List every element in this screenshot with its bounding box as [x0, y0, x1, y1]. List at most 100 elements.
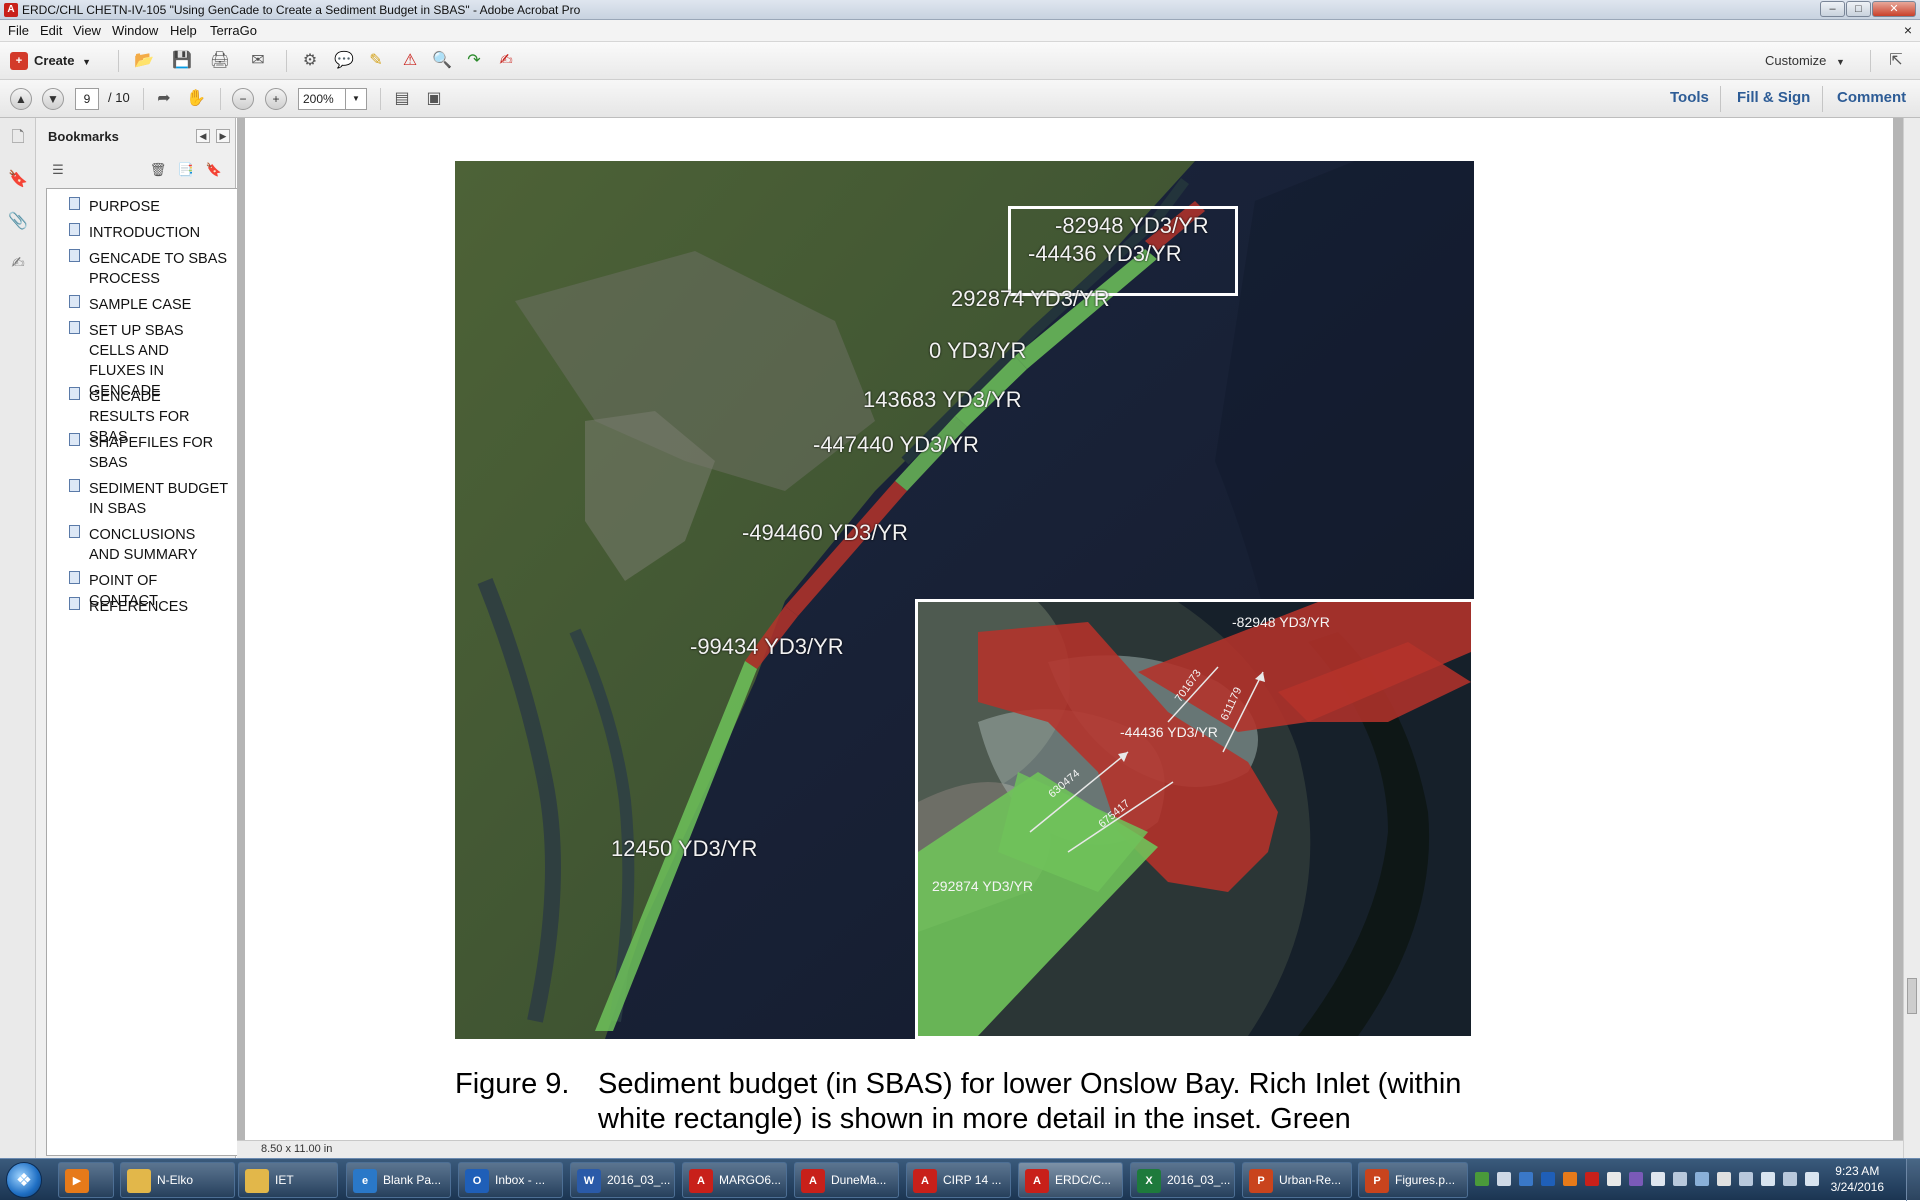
outlook-tray-icon[interactable] — [1541, 1172, 1555, 1186]
toolbar-divider — [380, 88, 381, 110]
select-cursor-icon[interactable]: ➦ — [152, 87, 176, 111]
taskbar-media-player[interactable]: ▶ — [58, 1162, 114, 1198]
bookmark-label: CONCLUSIONS AND SUMMARY — [89, 527, 198, 563]
taskbar-label: CIRP 14 ... — [943, 1173, 1002, 1187]
expand-icon[interactable]: ⇱ — [1884, 49, 1908, 73]
menu-file[interactable]: File — [8, 23, 29, 38]
flux-label: -494460 YD3/YR — [742, 520, 908, 545]
new-bookmark-icon[interactable]: 📑 — [174, 158, 198, 182]
display-icon[interactable] — [1673, 1172, 1687, 1186]
taskbar-item[interactable]: P Figures.p... — [1358, 1162, 1468, 1198]
pdf-icon: A — [689, 1169, 713, 1193]
rich-inlet-inset: -82948 YD3/YR -44436 YD3/YR 292874 YD3/Y… — [915, 599, 1474, 1039]
shield-icon[interactable] — [1607, 1172, 1621, 1186]
create-pdf-icon: + — [10, 52, 28, 70]
customize-dropdown[interactable]: Customize ▼ — [1765, 53, 1845, 68]
save-icon[interactable]: 💾 — [170, 49, 194, 73]
zoom-in-button[interactable]: + — [265, 88, 287, 110]
open-folder-icon[interactable]: 📂 — [132, 49, 156, 73]
bookmarks-icon[interactable]: 🔖 — [6, 168, 30, 192]
taskbar-item[interactable]: e Blank Pa... — [346, 1162, 451, 1198]
vertical-scrollbar[interactable] — [1903, 118, 1920, 1158]
bookmarks-toolbar: ☰ 🗑 📑 🔖 — [36, 158, 236, 182]
taskbar-item[interactable]: A CIRP 14 ... — [906, 1162, 1011, 1198]
compare-icon[interactable]: 🔍 — [430, 49, 454, 73]
taskbar-item[interactable]: W 2016_03_... — [570, 1162, 675, 1198]
taskbar-item[interactable]: A MARGO6... — [682, 1162, 787, 1198]
taskbar-item[interactable]: A DuneMa... — [794, 1162, 899, 1198]
page-thumbnails-icon[interactable]: 🗋 — [6, 126, 30, 150]
settings-gear-icon[interactable]: ⚙ — [298, 49, 322, 73]
device-icon[interactable] — [1695, 1172, 1709, 1186]
action-center-flag-icon[interactable] — [1739, 1172, 1753, 1186]
zoom-level-input[interactable]: 200% — [298, 88, 346, 110]
close-button[interactable]: ✕ — [1872, 1, 1916, 17]
hand-tool-icon[interactable]: ✋ — [184, 87, 208, 111]
skype-icon[interactable] — [1519, 1172, 1533, 1186]
clock-time: 9:23 AM — [1835, 1164, 1880, 1178]
window-title: ERDC/CHL CHETN-IV-105 "Using GenCade to … — [22, 3, 581, 17]
comment-bubble-icon[interactable]: 💬 — [332, 49, 356, 73]
tools-pane-link[interactable]: Tools — [1670, 89, 1709, 106]
expand-panel-icon[interactable]: ▶ — [216, 129, 230, 143]
toolbar-divider — [143, 88, 144, 110]
menu-edit[interactable]: Edit — [40, 23, 62, 38]
zoom-out-button[interactable]: − — [232, 88, 254, 110]
export-icon[interactable]: ↷ — [462, 49, 486, 73]
attachments-paperclip-icon[interactable]: 📎 — [6, 210, 30, 234]
taskbar-item[interactable]: O Inbox - ... — [458, 1162, 563, 1198]
comment-pane-link[interactable]: Comment — [1837, 89, 1906, 106]
flux-label: -44436 YD3/YR — [1028, 241, 1182, 266]
menu-window[interactable]: Window — [112, 23, 158, 38]
zoom-dropdown-chevron-icon[interactable]: ▼ — [345, 88, 367, 110]
fit-page-icon[interactable]: ▤ — [390, 87, 414, 111]
menu-help[interactable]: Help — [170, 23, 197, 38]
start-button[interactable]: ❖ — [6, 1162, 42, 1198]
page-number-input[interactable]: 9 — [75, 88, 99, 110]
maximize-button[interactable]: □ — [1846, 1, 1871, 17]
taskbar-item[interactable]: P Urban-Re... — [1242, 1162, 1352, 1198]
volume-speaker-icon[interactable] — [1805, 1172, 1819, 1186]
pen-icon[interactable] — [1717, 1172, 1731, 1186]
previous-page-button[interactable]: ▲ — [10, 88, 32, 110]
print-icon[interactable]: 🖨 — [208, 49, 232, 73]
chevron-down-icon: ▼ — [82, 57, 92, 67]
fill-sign-pane-link[interactable]: Fill & Sign — [1737, 89, 1810, 106]
monitor-icon[interactable] — [1651, 1172, 1665, 1186]
highlight-icon[interactable]: ✎ — [364, 49, 388, 73]
network-app-icon[interactable] — [1475, 1172, 1489, 1186]
taskbar-item-active[interactable]: A ERDC/C... — [1018, 1162, 1123, 1198]
email-icon[interactable]: ✉ — [246, 49, 270, 73]
taskbar-item[interactable]: X 2016_03_... — [1130, 1162, 1235, 1198]
bookmark-label: SEDIMENT BUDGET IN SBAS — [89, 481, 228, 517]
battery-icon[interactable] — [1783, 1172, 1797, 1186]
taskbar-item[interactable]: N-Elko — [120, 1162, 235, 1198]
bookmark-properties-icon[interactable]: 🔖 — [202, 158, 226, 182]
close-document-button[interactable]: × — [1904, 22, 1912, 38]
next-page-button[interactable]: ▼ — [42, 88, 64, 110]
bookmark-icon — [69, 295, 80, 308]
minimize-button[interactable]: – — [1820, 1, 1845, 17]
windows-taskbar: ❖ ▶ N-Elko IET e Blank Pa... O Inbox - .… — [0, 1158, 1920, 1201]
menu-terrago[interactable]: TerraGo — [210, 23, 257, 38]
taskbar-item[interactable]: IET — [238, 1162, 338, 1198]
show-desktop-button[interactable] — [1906, 1159, 1920, 1201]
signatures-icon[interactable]: ✍ — [6, 252, 30, 276]
create-button[interactable]: + Create ▼ — [10, 50, 91, 72]
full-screen-icon[interactable]: ▣ — [422, 87, 446, 111]
menu-view[interactable]: View — [73, 23, 101, 38]
collapse-panel-icon[interactable]: ◀ — [196, 129, 210, 143]
app-tray-icon[interactable] — [1629, 1172, 1643, 1186]
powerpoint-icon: P — [1249, 1169, 1273, 1193]
taskbar-label: Blank Pa... — [383, 1173, 442, 1187]
sign-icon[interactable]: ✍ — [494, 49, 518, 73]
wifi-signal-icon[interactable] — [1761, 1172, 1775, 1186]
redact-icon[interactable]: ⚠ — [398, 49, 422, 73]
delete-bookmark-icon[interactable]: 🗑 — [146, 158, 170, 182]
scrollbar-thumb[interactable] — [1907, 978, 1917, 1014]
mail-icon[interactable] — [1497, 1172, 1511, 1186]
system-clock[interactable]: 9:23 AM 3/24/2016 — [1831, 1163, 1884, 1195]
acrobat-tray-icon[interactable] — [1585, 1172, 1599, 1186]
options-menu-icon[interactable]: ☰ — [46, 158, 70, 182]
blogger-icon[interactable] — [1563, 1172, 1577, 1186]
